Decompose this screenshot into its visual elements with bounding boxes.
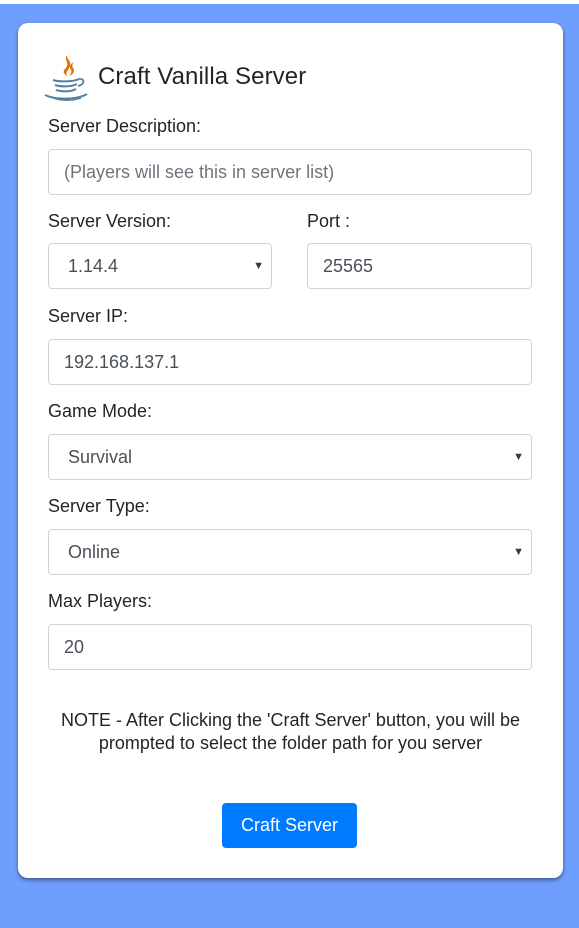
server-type-value: Online [68, 541, 121, 562]
description-label: Server Description: [48, 116, 202, 136]
max-players-label: Max Players: [48, 591, 153, 611]
version-value: 1.14.4 [68, 255, 119, 276]
chevron-down-icon: ▼ [253, 260, 264, 272]
craft-server-button[interactable]: Craft Server [222, 803, 357, 848]
version-label: Server Version: [48, 211, 172, 231]
note-text: NOTE - After Clicking the 'Craft Server'… [36, 709, 545, 755]
server-form-card: Craft Vanilla Server Server Description:… [18, 23, 563, 878]
header: Craft Vanilla Server [41, 51, 306, 103]
note-prefix: NOTE - [60, 710, 126, 730]
ip-label: Server IP: [48, 306, 129, 326]
top-strip [0, 0, 579, 4]
port-input[interactable] [307, 243, 532, 289]
server-type-select[interactable]: Online ▼ [48, 529, 532, 575]
game-mode-label: Game Mode: [48, 401, 153, 421]
version-select[interactable]: 1.14.4 ▼ [48, 243, 272, 289]
game-mode-select[interactable]: Survival ▼ [48, 434, 532, 480]
ip-input[interactable] [48, 339, 532, 385]
java-icon [44, 55, 88, 101]
chevron-down-icon: ▼ [513, 451, 524, 463]
port-label: Port : [307, 211, 351, 231]
description-input[interactable] [48, 149, 532, 195]
game-mode-value: Survival [68, 446, 133, 467]
server-type-label: Server Type: [48, 496, 150, 516]
page-title: Craft Vanilla Server [98, 63, 307, 90]
chevron-down-icon: ▼ [513, 546, 524, 558]
max-players-input[interactable] [48, 624, 532, 670]
note-body: After Clicking the 'Craft Server' button… [98, 710, 521, 753]
